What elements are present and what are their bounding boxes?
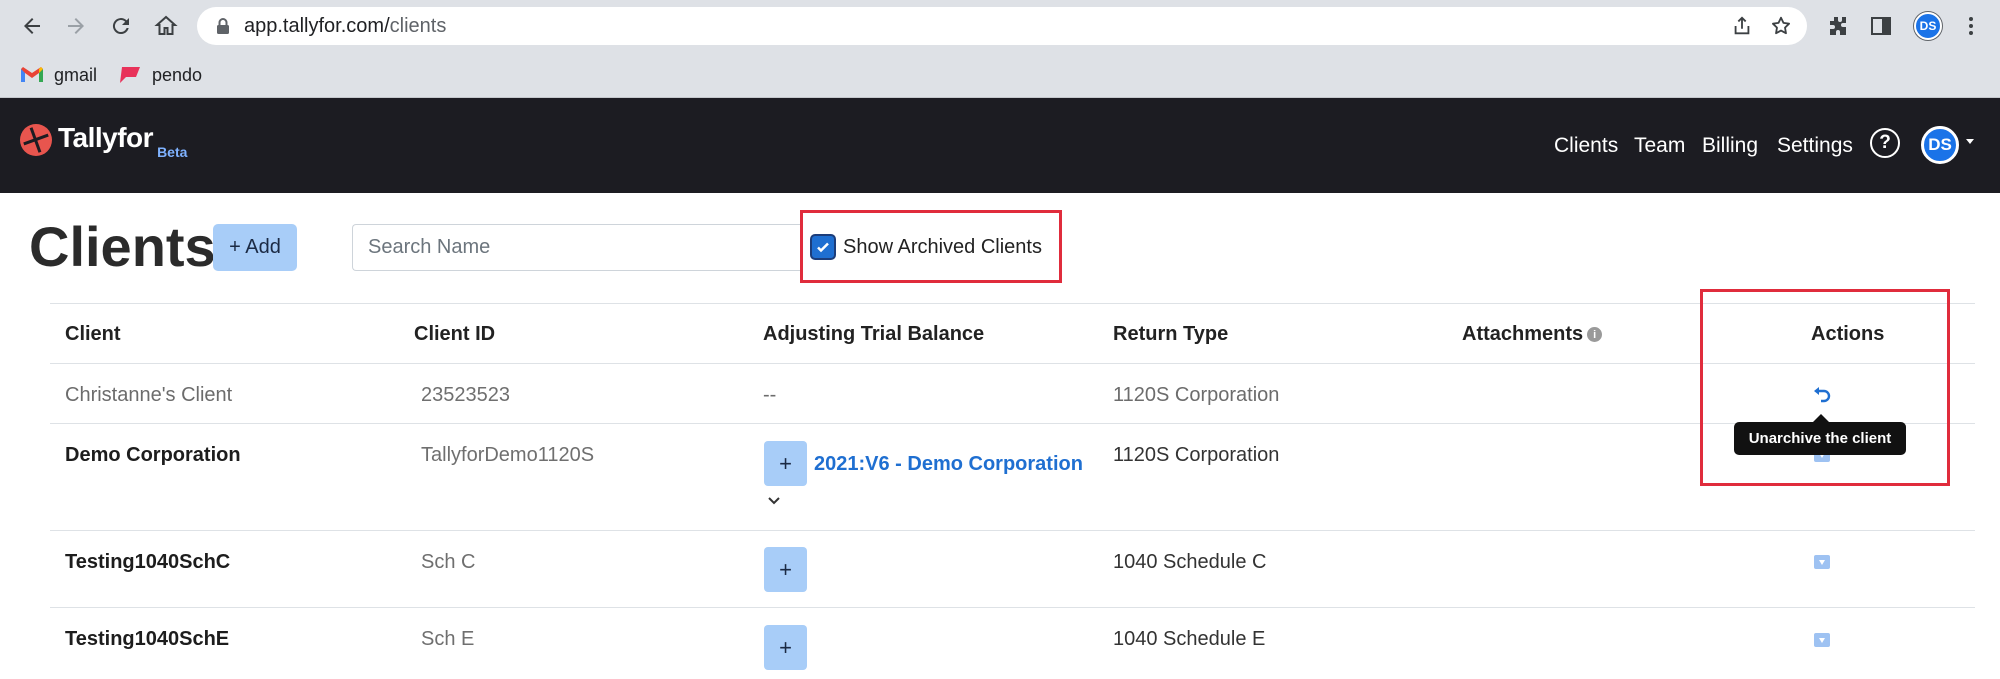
user-avatar[interactable]: DS <box>1921 126 1959 164</box>
url-path: clients <box>389 15 447 37</box>
app-header: Tallyfor Beta Clients Team Billing Setti… <box>0 98 2000 193</box>
return-type: 1040 Schedule E <box>1113 628 1266 650</box>
bookmark-label: pendo <box>152 64 203 85</box>
browser-profile-avatar[interactable]: DS <box>1914 12 1942 40</box>
tallyfor-logo[interactable]: Tallyfor Beta <box>20 122 187 160</box>
client-id: TallyforDemo1120S <box>421 444 595 466</box>
archive-icon[interactable] <box>1814 555 1830 569</box>
nav-settings[interactable]: Settings <box>1777 134 1853 158</box>
column-header-client-id[interactable]: Client ID <box>414 323 495 346</box>
url-text: app.tallyfor.com/clients <box>244 15 446 38</box>
bookmark-star-icon[interactable] <box>1768 13 1794 39</box>
user-menu-caret-icon[interactable] <box>1966 139 1974 144</box>
lock-icon <box>217 18 229 34</box>
tooltip-arrow <box>1813 414 1829 422</box>
client-id: 23523523 <box>421 384 510 406</box>
client-name[interactable]: Testing1040SchE <box>65 628 229 651</box>
side-panel-icon[interactable] <box>1867 12 1895 40</box>
table-top-border <box>50 303 1975 304</box>
add-client-button[interactable]: + Add <box>213 224 297 271</box>
nav-clients[interactable]: Clients <box>1554 134 1618 158</box>
page-title: Clients <box>29 215 216 278</box>
highlight-box-actions <box>1700 289 1950 486</box>
client-name[interactable]: Testing1040SchC <box>65 551 230 574</box>
return-type: 1040 Schedule C <box>1113 551 1267 573</box>
browser-menu-icon[interactable] <box>1957 12 1985 40</box>
back-icon[interactable] <box>16 10 48 42</box>
unarchive-tooltip: Unarchive the client <box>1734 422 1906 455</box>
checkmark-icon <box>817 242 829 253</box>
add-atb-button[interactable]: + <box>764 547 807 592</box>
show-archived-label[interactable]: Show Archived Clients <box>843 236 1042 259</box>
client-id: Sch E <box>421 628 475 650</box>
client-name[interactable]: Christanne's Client <box>65 384 232 407</box>
nav-team[interactable]: Team <box>1634 134 1685 158</box>
browser-toolbar: app.tallyfor.com/clients DS <box>0 0 2000 52</box>
url-host: app.tallyfor.com/ <box>244 15 390 37</box>
bookmark-gmail[interactable]: gmail <box>20 62 97 88</box>
tallyfor-logo-icon <box>20 124 52 156</box>
search-name-input[interactable] <box>352 224 802 271</box>
pendo-icon <box>120 67 140 83</box>
column-header-client[interactable]: Client <box>65 323 121 346</box>
share-icon[interactable] <box>1729 13 1755 39</box>
client-id: Sch C <box>421 551 476 573</box>
extensions-icon[interactable] <box>1823 12 1851 40</box>
bookmark-label: gmail <box>54 64 98 85</box>
atb-empty: -- <box>763 384 777 406</box>
add-atb-button[interactable]: + <box>764 625 807 670</box>
reload-icon[interactable] <box>105 10 137 42</box>
column-header-return-type[interactable]: Return Type <box>1113 323 1228 346</box>
row-divider <box>50 363 1975 364</box>
bookmark-pendo[interactable]: pendo <box>118 62 202 88</box>
show-archived-checkbox[interactable] <box>812 236 834 258</box>
row-divider <box>50 607 1975 608</box>
chevron-down-icon[interactable] <box>767 496 781 506</box>
client-name[interactable]: Demo Corporation <box>65 444 241 467</box>
add-atb-button[interactable]: + <box>764 441 807 486</box>
nav-billing[interactable]: Billing <box>1702 134 1758 158</box>
address-bar[interactable]: app.tallyfor.com/clients <box>197 7 1807 45</box>
atb-link[interactable]: 2021:V6 - Demo Corporation <box>814 453 1083 476</box>
logo-text: Tallyfor <box>58 122 154 153</box>
home-icon[interactable] <box>150 10 182 42</box>
row-divider <box>50 423 1975 424</box>
forward-icon[interactable] <box>60 10 92 42</box>
column-header-atb[interactable]: Adjusting Trial Balance <box>763 323 984 346</box>
help-icon[interactable]: ? <box>1870 128 1900 158</box>
bookmarks-bar: gmail pendo <box>0 52 2000 98</box>
return-type: 1120S Corporation <box>1113 384 1280 406</box>
archive-icon[interactable] <box>1814 633 1830 647</box>
column-header-attachments: Attachments i <box>1462 323 1603 346</box>
return-type: 1120S Corporation <box>1113 444 1280 466</box>
beta-badge: Beta <box>157 144 188 160</box>
gmail-icon <box>21 67 43 82</box>
attachments-header-label: Attachments <box>1462 323 1584 345</box>
row-divider <box>50 530 1975 531</box>
info-icon[interactable]: i <box>1587 327 1603 343</box>
